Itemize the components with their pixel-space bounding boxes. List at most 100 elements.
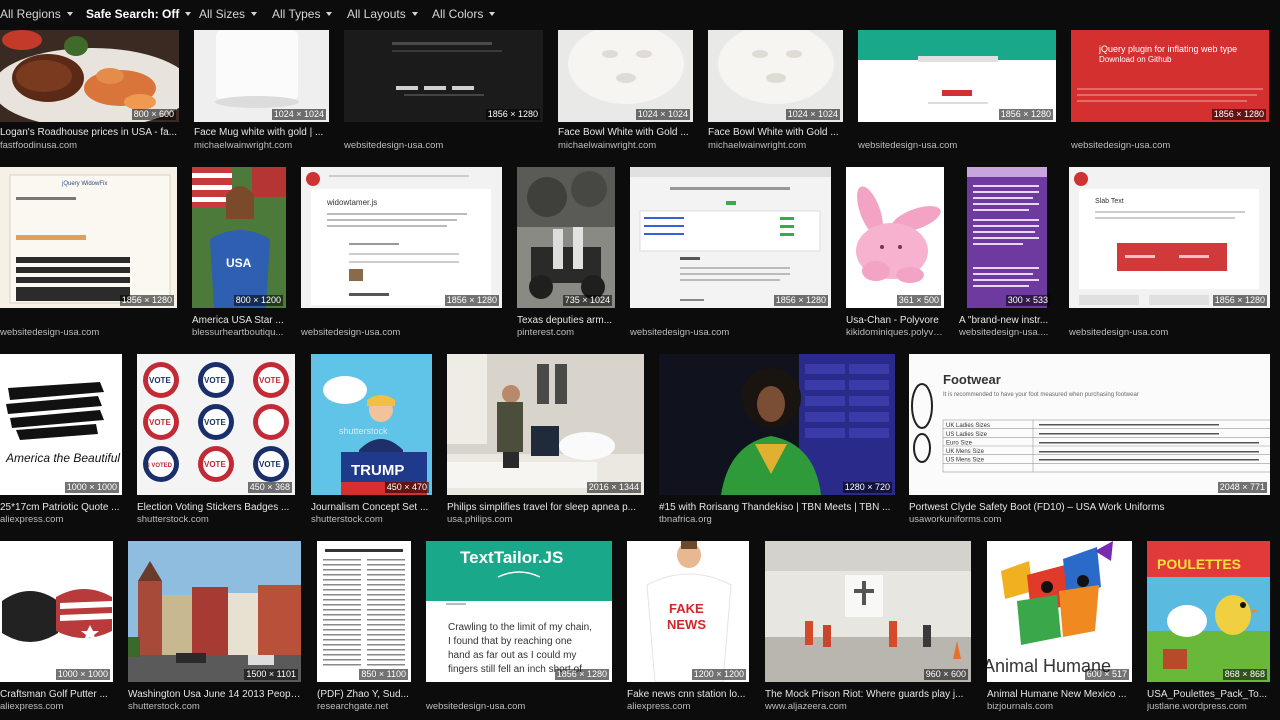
image-result[interactable]: 1024 × 1024 Face Bowl White with Gold ..… bbox=[558, 30, 693, 156]
image-thumbnail[interactable]: widowtamer.js 1856 × 1280 bbox=[301, 167, 502, 308]
image-thumbnail[interactable]: 1856 × 1280 bbox=[858, 30, 1056, 122]
image-result[interactable]: 1500 × 1101 Washington Usa June 14 2013 … bbox=[128, 541, 301, 716]
image-result[interactable]: 1856 × 1280 websitedesign-usa.com bbox=[630, 167, 831, 342]
image-thumbnail[interactable]: 1856 × 1280 bbox=[344, 30, 543, 122]
filter-types[interactable]: All Types bbox=[272, 6, 333, 22]
result-source[interactable]: shutterstock.com bbox=[311, 514, 432, 526]
image-thumbnail[interactable]: 1024 × 1024 bbox=[558, 30, 693, 122]
image-thumbnail[interactable]: Animal Humane 600 × 517 bbox=[987, 541, 1132, 682]
result-source[interactable]: websitedesign-usa.com bbox=[344, 140, 543, 152]
image-result[interactable]: 735 × 1024 Texas deputies arm... pintere… bbox=[517, 167, 615, 342]
image-thumbnail[interactable]: FAKE NEWS 1200 × 1200 bbox=[627, 541, 749, 682]
result-source[interactable]: aliexpress.com bbox=[627, 701, 749, 713]
image-result[interactable]: USA 800 × 1200 America USA Star ... bles… bbox=[192, 167, 286, 342]
result-title[interactable]: 25*17cm Patriotic Quote ... bbox=[0, 502, 122, 514]
filter-layouts[interactable]: All Layouts bbox=[347, 6, 418, 22]
result-source[interactable]: websitedesign-usa.com bbox=[1069, 327, 1270, 339]
image-thumbnail[interactable]: 1856 × 1280 bbox=[630, 167, 831, 308]
image-result[interactable]: 800 × 600 Logan's Roadhouse prices in US… bbox=[0, 30, 179, 156]
image-result[interactable]: Footwear It is recommended to have your … bbox=[909, 354, 1270, 529]
result-source[interactable]: shutterstock.com bbox=[137, 514, 295, 526]
result-source[interactable]: michaelwainwright.com bbox=[194, 140, 329, 152]
result-title[interactable]: Face Bowl White with Gold ... bbox=[558, 127, 693, 139]
image-result[interactable]: 1856 × 1280 websitedesign-usa.com bbox=[858, 30, 1056, 156]
result-title[interactable]: Logan's Roadhouse prices in USA - fa... bbox=[0, 127, 179, 139]
image-result[interactable]: 1856 × 1280 websitedesign-usa.com bbox=[344, 30, 543, 156]
image-result[interactable]: 1024 × 1024 Face Mug white with gold | .… bbox=[194, 30, 329, 156]
result-title[interactable]: Election Voting Stickers Badges ... bbox=[137, 502, 295, 514]
result-source[interactable]: fastfoodinusa.com bbox=[0, 140, 179, 152]
result-source[interactable]: blessurheartboutiqu... bbox=[192, 327, 286, 339]
image-thumbnail[interactable]: jQuery plugin for inflating web type Dow… bbox=[1071, 30, 1269, 122]
image-result[interactable]: 850 × 1100 (PDF) Zhao Y, Sud... research… bbox=[317, 541, 411, 716]
result-title[interactable]: Craftsman Golf Putter ... bbox=[0, 689, 113, 701]
image-thumbnail[interactable]: jQuery WidowFix 1856 × 1280 bbox=[0, 167, 177, 308]
image-thumbnail[interactable]: 1024 × 1024 bbox=[194, 30, 329, 122]
result-source[interactable]: aliexpress.com bbox=[0, 701, 113, 713]
image-result[interactable]: 1000 × 1000 Craftsman Golf Putter ... al… bbox=[0, 541, 113, 716]
result-source[interactable]: websitedesign-usa.com bbox=[1071, 140, 1269, 152]
image-thumbnail[interactable]: 850 × 1100 bbox=[317, 541, 411, 682]
image-thumbnail[interactable]: 1024 × 1024 bbox=[708, 30, 843, 122]
result-title[interactable]: Philips simplifies travel for sleep apne… bbox=[447, 502, 644, 514]
result-source[interactable]: researchgate.net bbox=[317, 701, 411, 713]
image-result[interactable]: Animal Humane 600 × 517 Animal Humane Ne… bbox=[987, 541, 1132, 716]
image-result[interactable]: POULETTES 868 × 868 USA_Poulettes_Pack_T… bbox=[1147, 541, 1270, 716]
result-source[interactable]: websitedesign-usa.com bbox=[858, 140, 1056, 152]
result-title[interactable]: #15 with Rorisang Thandekiso | TBN Meets… bbox=[659, 502, 895, 514]
result-source[interactable]: shutterstock.com bbox=[128, 701, 301, 713]
result-title[interactable]: Face Bowl White with Gold ... bbox=[708, 127, 843, 139]
result-source[interactable]: pinterest.com bbox=[517, 327, 615, 339]
image-thumbnail[interactable]: 300 × 533 bbox=[959, 167, 1053, 308]
image-thumbnail[interactable]: 960 × 600 bbox=[765, 541, 971, 682]
image-result[interactable]: jQuery plugin for inflating web type Dow… bbox=[1071, 30, 1269, 156]
result-source[interactable]: kikidominiques.polyvo... bbox=[846, 327, 944, 339]
result-source[interactable]: websitedesign-usa.com bbox=[0, 327, 177, 339]
image-thumbnail[interactable]: USA 800 × 1200 bbox=[192, 167, 286, 308]
image-thumbnail[interactable]: 1500 × 1101 bbox=[128, 541, 301, 682]
result-title[interactable]: USA_Poulettes_Pack_To... bbox=[1147, 689, 1270, 701]
image-thumbnail[interactable]: VOTE VOTE VOTE VOTE VOTE I VOTED VOTE VO… bbox=[137, 354, 295, 495]
result-title[interactable]: Portwest Clyde Safety Boot (FD10) – USA … bbox=[909, 502, 1270, 514]
image-thumbnail[interactable]: America the Beautiful 1000 × 1000 bbox=[0, 354, 122, 495]
image-thumbnail[interactable]: shutterstock TRUMP 450 × 470 bbox=[311, 354, 432, 495]
image-thumbnail[interactable]: 2016 × 1344 bbox=[447, 354, 644, 495]
image-result[interactable]: 300 × 533 A "brand-new instr... websited… bbox=[959, 167, 1053, 342]
result-title[interactable]: The Mock Prison Riot: Where guards play … bbox=[765, 689, 971, 701]
result-title[interactable]: A "brand-new instr... bbox=[959, 315, 1055, 327]
result-source[interactable]: justlane.wordpress.com bbox=[1147, 701, 1270, 713]
image-result[interactable]: shutterstock TRUMP 450 × 470 Journalism … bbox=[311, 354, 432, 529]
result-source[interactable]: websitedesign-usa.com bbox=[630, 327, 831, 339]
result-title[interactable]: Usa-Chan - Polyvore bbox=[846, 315, 944, 327]
result-title[interactable]: Animal Humane New Mexico ... bbox=[987, 689, 1132, 701]
image-result[interactable]: 1280 × 720 #15 with Rorisang Thandekiso … bbox=[659, 354, 895, 529]
image-thumbnail[interactable]: POULETTES 868 × 868 bbox=[1147, 541, 1270, 682]
result-source[interactable]: usa.philips.com bbox=[447, 514, 644, 526]
filter-colors[interactable]: All Colors bbox=[432, 6, 496, 22]
result-title[interactable]: Texas deputies arm... bbox=[517, 315, 615, 327]
image-thumbnail[interactable]: 735 × 1024 bbox=[517, 167, 615, 308]
result-source[interactable]: websitedesign-usa.... bbox=[959, 327, 1053, 339]
result-source[interactable]: usaworkuniforms.com bbox=[909, 514, 1270, 526]
result-source[interactable]: websitedesign-usa.com bbox=[301, 327, 502, 339]
filter-sizes[interactable]: All Sizes bbox=[199, 6, 258, 22]
result-title[interactable]: Fake news cnn station lo... bbox=[627, 689, 749, 701]
result-source[interactable]: websitedesign-usa.com bbox=[426, 701, 612, 713]
image-result[interactable]: 960 × 600 The Mock Prison Riot: Where gu… bbox=[765, 541, 971, 716]
result-source[interactable]: michaelwainwright.com bbox=[558, 140, 693, 152]
result-title[interactable]: Face Mug white with gold | ... bbox=[194, 127, 329, 139]
result-source[interactable]: www.aljazeera.com bbox=[765, 701, 971, 713]
image-thumbnail[interactable]: Footwear It is recommended to have your … bbox=[909, 354, 1270, 495]
result-source[interactable]: tbnafrica.org bbox=[659, 514, 895, 526]
image-result[interactable]: 2016 × 1344 Philips simplifies travel fo… bbox=[447, 354, 644, 529]
image-thumbnail[interactable]: TextTailor.JS Crawling to the limit of m… bbox=[426, 541, 612, 682]
image-result[interactable]: VOTE VOTE VOTE VOTE VOTE I VOTED VOTE VO… bbox=[137, 354, 295, 529]
image-result[interactable]: widowtamer.js 1856 × 1280 websitedesign-… bbox=[301, 167, 502, 342]
image-thumbnail[interactable]: 1280 × 720 bbox=[659, 354, 895, 495]
result-title[interactable]: (PDF) Zhao Y, Sud... bbox=[317, 689, 411, 701]
image-result[interactable]: jQuery WidowFix 1856 × 1280 websitedesig… bbox=[0, 167, 177, 342]
image-result[interactable]: America the Beautiful 1000 × 1000 25*17c… bbox=[0, 354, 122, 529]
image-result[interactable]: 1024 × 1024 Face Bowl White with Gold ..… bbox=[708, 30, 843, 156]
image-result[interactable]: TextTailor.JS Crawling to the limit of m… bbox=[426, 541, 612, 716]
image-thumbnail[interactable]: 800 × 600 bbox=[0, 30, 179, 122]
